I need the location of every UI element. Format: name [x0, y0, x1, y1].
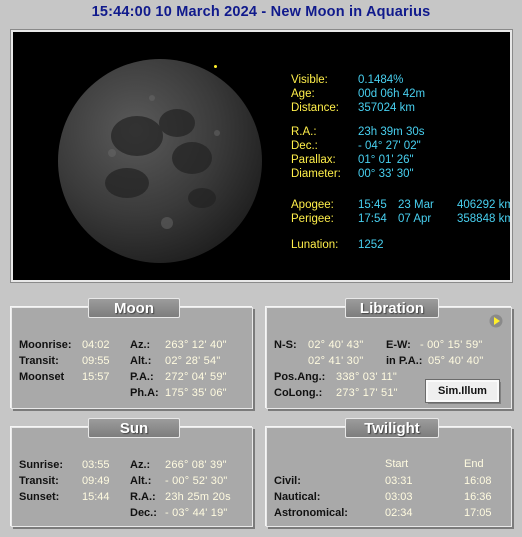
- window-title: 15:44:00 10 March 2024 - New Moon in Aqu…: [91, 4, 431, 20]
- twilight-end-value: 17:05: [464, 507, 492, 519]
- sun-coord-label: Dec.:: [130, 507, 157, 519]
- libration-ns-label: N-S:: [274, 339, 297, 351]
- moon-info-value: 0.1484%: [358, 74, 404, 86]
- twilight-start-value: 03:31: [385, 475, 413, 487]
- libration-posang-value: 338° 03' 11": [336, 371, 397, 383]
- moon-coord-value: 272° 04' 59": [165, 371, 227, 383]
- moon-apogee-date: 23 Mar: [398, 199, 434, 211]
- libration-posang-label: Pos.Ang.:: [274, 371, 326, 383]
- twilight-panel-title: Twilight: [345, 418, 439, 438]
- sun-time-value: 09:49: [82, 475, 110, 487]
- sun-time-value: 03:55: [82, 459, 110, 471]
- moon-time-value: 04:02: [82, 339, 110, 351]
- moon-info-label: Dec.:: [291, 140, 318, 152]
- moon-info-value: - 04° 27' 02": [358, 140, 421, 152]
- moon-perigee-time: 17:54: [358, 213, 387, 225]
- twilight-end-value: 16:36: [464, 491, 492, 503]
- lunation-label: Lunation:: [291, 239, 339, 251]
- moon-viewer: Visible: 0.1484% Age: 00d 06h 42m Distance: 3…: [11, 30, 512, 282]
- sun-coord-label: R.A.:: [130, 491, 156, 503]
- twilight-row-label: Nautical:: [274, 491, 321, 503]
- moon-info-label: Diameter:: [291, 168, 341, 180]
- twilight-row-label: Astronomical:: [274, 507, 348, 519]
- libration-colong-label: CoLong.:: [274, 387, 323, 399]
- libration-pa-label: in P.A.:: [386, 355, 423, 367]
- libration-panel-title: Libration: [345, 298, 439, 318]
- libration-pa-value: 05° 40' 40": [428, 355, 484, 367]
- moon-time-label: Moonset: [19, 371, 65, 383]
- moon-apogee-time: 15:45: [358, 199, 387, 211]
- moon-coord-label: Ph.A:: [130, 387, 159, 399]
- sun-time-label: Sunset:: [19, 491, 60, 503]
- moon-info-label: R.A.:: [291, 126, 317, 138]
- moon-time-value: 15:57: [82, 371, 110, 383]
- lunation-value: 1252: [358, 239, 384, 251]
- moon-info-value: 23h 39m 30s: [358, 126, 425, 138]
- moon-info-block: Visible: 0.1484% Age: 00d 06h 42m Distance: 3…: [291, 73, 510, 253]
- sun-coord-value: - 03° 44' 19": [165, 507, 228, 519]
- twilight-panel: Twilight Start End Civil: 03:31 16:08 Nauti…: [266, 418, 512, 527]
- play-arrow-icon[interactable]: [489, 314, 503, 328]
- moon-time-label: Moonrise:: [19, 339, 72, 351]
- moon-panel-title: Moon: [88, 298, 180, 318]
- sun-time-label: Transit:: [19, 475, 59, 487]
- moon-coord-value: 02° 28' 54": [165, 355, 221, 367]
- moon-time-label: Transit:: [19, 355, 59, 367]
- sun-coord-label: Az.:: [130, 459, 151, 471]
- libration-panel: Libration N-S: 02° 40' 43" E-W: - 00° 15…: [266, 298, 512, 409]
- sun-panel-title: Sun: [88, 418, 180, 438]
- sim-illum-button[interactable]: Sim.Illum: [426, 380, 499, 402]
- moon-coord-value: 175° 35' 06": [165, 387, 227, 399]
- libration-colong-value: 273° 17' 51": [336, 387, 398, 399]
- libration-ew-label: E-W:: [386, 339, 411, 351]
- sun-time-label: Sunrise:: [19, 459, 64, 471]
- twilight-end-header: End: [464, 458, 484, 470]
- moon-info-label: Age:: [291, 88, 315, 100]
- twilight-start-value: 03:03: [385, 491, 413, 503]
- moon-image: [58, 59, 262, 263]
- libration-ew-value: - 00° 15' 59": [420, 339, 483, 351]
- moon-perigee-date: 07 Apr: [398, 213, 432, 225]
- sun-coord-value: 23h 25m 20s: [165, 491, 231, 503]
- sun-glint-dot: [214, 65, 217, 68]
- moon-info-value: 00d 06h 42m: [358, 88, 426, 100]
- moon-info-value: 00° 33' 30": [358, 168, 414, 180]
- moon-coord-value: 263° 12' 40": [165, 339, 227, 351]
- sun-coord-value: 266° 08' 39": [165, 459, 227, 471]
- moon-coord-label: Az.:: [130, 339, 151, 351]
- twilight-end-value: 16:08: [464, 475, 492, 487]
- sun-coord-label: Alt.:: [130, 475, 152, 487]
- moon-info-label: Distance:: [291, 102, 339, 114]
- moon-info-value: 357024 km: [358, 102, 415, 114]
- moon-coord-label: P.A.:: [130, 371, 154, 383]
- moon-apogee-distance: 406292 km: [457, 199, 512, 211]
- sun-time-value: 15:44: [82, 491, 110, 503]
- moon-time-value: 09:55: [82, 355, 110, 367]
- moon-coord-label: Alt.:: [130, 355, 152, 367]
- moon-info-label: Parallax:: [291, 154, 336, 166]
- moon-perigee-label: Perigee:: [291, 213, 334, 225]
- twilight-row-label: Civil:: [274, 475, 301, 487]
- sun-coord-value: - 00° 52' 30": [165, 475, 228, 487]
- twilight-start-value: 02:34: [385, 507, 413, 519]
- moon-apogee-label: Apogee:: [291, 199, 334, 211]
- moon-info-label: Visible:: [291, 74, 328, 86]
- libration-ns2-value: 02° 41' 30": [308, 355, 364, 367]
- sun-panel: Sun Sunrise: 03:55 Transit: 09:49 Sunset: 15:…: [11, 418, 253, 527]
- moon-info-value: 01° 01' 26": [358, 154, 414, 166]
- moon-panel: Moon Moonrise: 04:02 Transit: 09:55 Moonset 1…: [11, 298, 253, 409]
- twilight-start-header: Start: [385, 458, 409, 470]
- libration-ns-value: 02° 40' 43": [308, 339, 364, 351]
- moon-perigee-distance: 358848 km: [457, 213, 512, 225]
